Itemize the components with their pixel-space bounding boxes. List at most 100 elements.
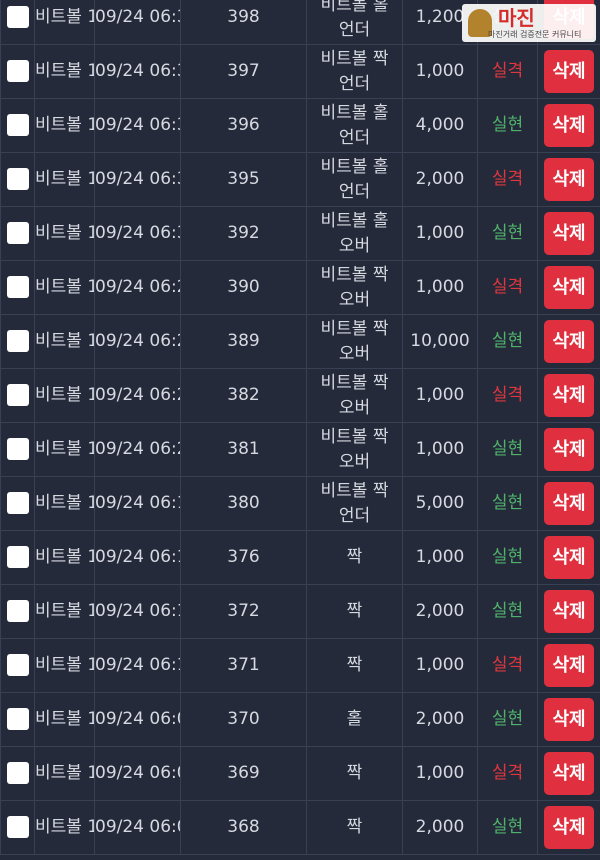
pick-cell: 짝: [306, 746, 403, 801]
delete-button[interactable]: 삭제: [544, 158, 594, 201]
bet-amount: 1,000: [415, 547, 465, 567]
row-select-cell: [0, 746, 35, 801]
watermark-name: 마진: [498, 6, 535, 30]
table-row: 비트볼 1분09/24 06:07 368 짝 2,000 실현 삭제: [0, 800, 600, 855]
round-cell: 381: [180, 422, 307, 477]
bet-pick: 비트볼 홀 언더: [320, 0, 389, 40]
table-row: 비트볼 1분09/24 06:35 396 비트볼 홀 언더 4,000 실현 삭제: [0, 98, 600, 153]
delete-button[interactable]: 삭제: [544, 806, 594, 849]
amount-cell: 1,000: [402, 530, 478, 585]
result-cell: 실현: [477, 314, 538, 369]
game-cell: 비트볼 1분: [34, 530, 95, 585]
delete-button[interactable]: 삭제: [544, 644, 594, 687]
time-cell: 09/24 06:36: [94, 44, 181, 99]
bet-time: 09/24 06:36: [95, 61, 180, 81]
delete-button[interactable]: 삭제: [544, 428, 594, 471]
amount-cell: 1,000: [402, 206, 478, 261]
result-status: 실격: [491, 655, 524, 675]
game-name: 비트볼 1분: [35, 439, 94, 459]
game-name: 비트볼 1분: [35, 601, 94, 621]
delete-button[interactable]: 삭제: [544, 752, 594, 795]
bet-pick: 비트볼 홀 오버: [320, 210, 389, 256]
round-number: 376: [227, 547, 260, 567]
row-checkbox[interactable]: [6, 222, 29, 244]
game-cell: 비트볼 1분: [34, 314, 95, 369]
amount-cell: 2,000: [402, 800, 478, 855]
delete-button[interactable]: 삭제: [544, 536, 594, 579]
pick-cell: 짝: [306, 530, 403, 585]
game-cell: 비트볼 1분: [34, 584, 95, 639]
bet-time: 09/24 06:28: [95, 331, 180, 351]
bet-pick: 비트볼 짝 오버: [320, 264, 389, 310]
row-checkbox[interactable]: [6, 438, 29, 460]
delete-button[interactable]: 삭제: [544, 698, 594, 741]
row-checkbox[interactable]: [6, 168, 29, 190]
row-checkbox[interactable]: [6, 600, 29, 622]
row-checkbox[interactable]: [6, 708, 29, 730]
row-select-cell: [0, 314, 35, 369]
row-checkbox[interactable]: [6, 6, 29, 28]
result-status: 실격: [491, 385, 524, 405]
game-cell: 비트볼 1분: [34, 206, 95, 261]
game-name: 비트볼 1분: [35, 115, 94, 135]
delete-button[interactable]: 삭제: [544, 374, 594, 417]
delete-button[interactable]: 삭제: [544, 104, 594, 147]
round-number: 370: [227, 709, 260, 729]
delete-button[interactable]: 삭제: [544, 212, 594, 255]
bet-time: 09/24 06:37: [95, 7, 180, 27]
delete-button[interactable]: 삭제: [544, 590, 594, 633]
row-select-cell: [0, 206, 35, 261]
result-status: 실현: [491, 439, 524, 459]
round-cell: 396: [180, 98, 307, 153]
row-checkbox[interactable]: [6, 546, 29, 568]
game-cell: 비트볼 1분: [34, 476, 95, 531]
action-cell: 삭제: [537, 476, 600, 531]
bet-time: 09/24 06:31: [95, 223, 180, 243]
time-cell: 09/24 06:21: [94, 368, 181, 423]
time-cell: 09/24 06:07: [94, 800, 181, 855]
round-cell: 398: [180, 0, 307, 45]
row-checkbox[interactable]: [6, 276, 29, 298]
action-cell: 삭제: [537, 368, 600, 423]
delete-button[interactable]: 삭제: [544, 320, 594, 363]
game-cell: 비트볼 1분: [34, 368, 95, 423]
game-name: 비트볼 1분: [35, 331, 94, 351]
bet-pick: 비트볼 짝 오버: [320, 372, 389, 418]
result-status: 실격: [491, 169, 524, 189]
row-checkbox[interactable]: [6, 654, 29, 676]
game-name: 비트볼 1분: [35, 223, 94, 243]
bet-pick: 짝: [346, 817, 363, 837]
game-cell: 비트볼 1분: [34, 98, 95, 153]
row-select-cell: [0, 800, 35, 855]
result-status: 실현: [491, 331, 524, 351]
round-cell: 395: [180, 152, 307, 207]
round-number: 380: [227, 493, 260, 513]
round-number: 396: [227, 115, 260, 135]
bet-amount: 1,000: [415, 763, 465, 783]
row-checkbox[interactable]: [6, 816, 29, 838]
bet-pick: 홀: [346, 709, 363, 729]
row-select-cell: [0, 98, 35, 153]
delete-button[interactable]: 삭제: [544, 50, 594, 93]
bet-pick: 짝: [346, 547, 363, 567]
row-checkbox[interactable]: [6, 762, 29, 784]
delete-button[interactable]: 삭제: [544, 482, 594, 525]
action-cell: 삭제: [537, 638, 600, 693]
game-name: 비트볼 1분: [35, 61, 94, 81]
table-row: 비트볼 1분09/24 06:21 382 비트볼 짝 오버 1,000 실격 삭제: [0, 368, 600, 423]
action-cell: 삭제: [537, 422, 600, 477]
row-checkbox[interactable]: [6, 384, 29, 406]
row-checkbox[interactable]: [6, 114, 29, 136]
game-name: 비트볼 1분: [35, 493, 94, 513]
row-checkbox[interactable]: [6, 330, 29, 352]
bet-pick: 비트볼 홀 언더: [320, 102, 389, 148]
row-checkbox[interactable]: [6, 492, 29, 514]
bet-time: 09/24 06:11: [95, 601, 180, 621]
result-cell: 실현: [477, 530, 538, 585]
round-cell: 372: [180, 584, 307, 639]
delete-button[interactable]: 삭제: [544, 266, 594, 309]
bet-amount: 1,000: [415, 61, 465, 81]
bet-time: 09/24 06:29: [95, 277, 180, 297]
row-checkbox[interactable]: [6, 60, 29, 82]
result-cell: 실격: [477, 260, 538, 315]
